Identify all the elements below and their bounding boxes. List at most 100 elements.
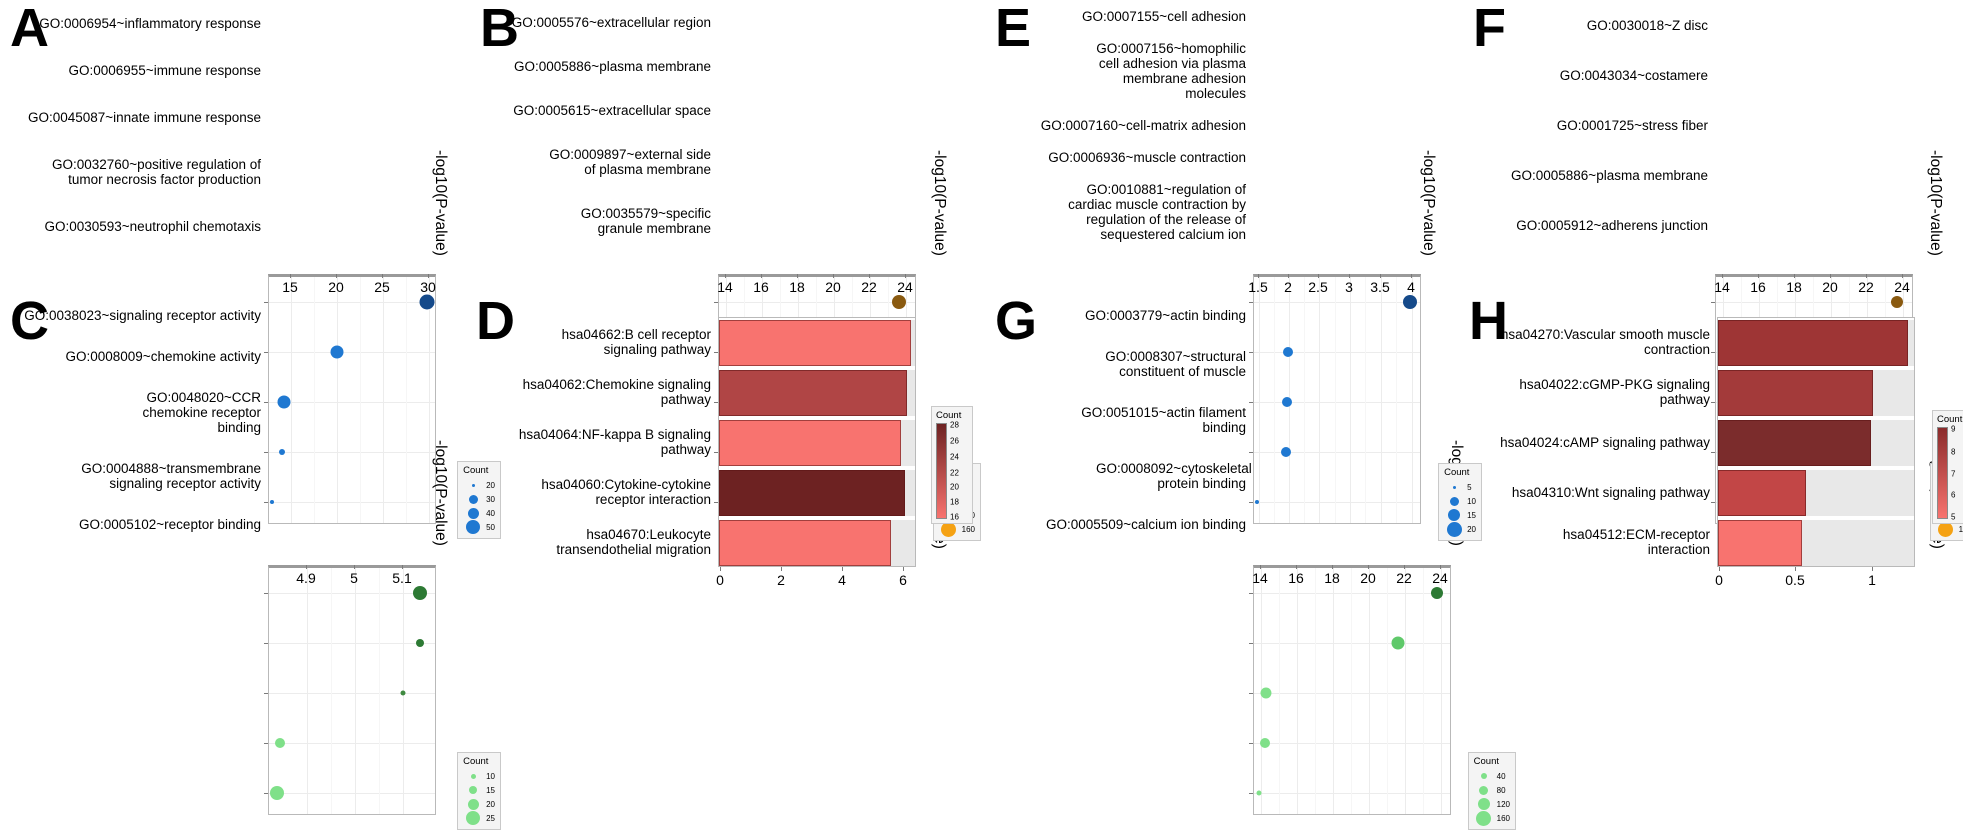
panel-h-bar-0 bbox=[1718, 320, 1909, 366]
legend-dot-icon bbox=[1474, 810, 1494, 826]
panel-g-plot-area: Count 40 80 120 160 bbox=[1249, 565, 1516, 830]
panel-d-bar-3 bbox=[719, 470, 906, 516]
panel-h-legend: Count 9 8 7 6 5 bbox=[1932, 410, 1963, 524]
panel-g-point-4 bbox=[1256, 790, 1262, 796]
panel-a-cat-4: GO:0030593~neutrophil chemotaxis bbox=[44, 219, 261, 234]
panel-f-cat-2: GO:0001725~stress fiber bbox=[1556, 117, 1708, 133]
panel-d-x-axis: 0 2 4 6 bbox=[716, 567, 916, 594]
panel-b-cat-3: GO:0009897~external side of plasma membr… bbox=[549, 146, 711, 177]
x-tick-label: 3.5 bbox=[1370, 279, 1390, 295]
legend-dot-icon bbox=[463, 773, 483, 779]
legend-value: 160 bbox=[1958, 524, 1963, 534]
table-row bbox=[1718, 520, 1914, 566]
x-tick-label: 24 bbox=[1432, 570, 1448, 586]
panel-d-bars bbox=[719, 318, 915, 566]
panel-a-cat-3: GO:0032760~positive regulation of tumor … bbox=[51, 157, 261, 187]
panel-f-axis-title: -log10(P-value) bbox=[1927, 150, 1944, 256]
x-tick-label: 1.5 bbox=[1248, 279, 1268, 295]
legend-value: 30 bbox=[486, 494, 495, 504]
panel-g-legend-title: Count bbox=[1473, 756, 1499, 767]
legend-value: 25 bbox=[486, 813, 495, 823]
panel-c-point-4 bbox=[270, 786, 284, 800]
legend-row: 20 bbox=[463, 478, 495, 492]
panel-f-cat-3: GO:0005886~plasma membrane bbox=[1511, 167, 1708, 183]
legend-dot-icon bbox=[1474, 773, 1494, 779]
x-tick-label: 16 bbox=[1288, 570, 1304, 586]
x-tick-label: 14 bbox=[717, 279, 733, 295]
legend-value: 120 bbox=[1496, 799, 1510, 809]
panel-h-plot-area: Count 9 8 7 6 5 bbox=[1717, 317, 1963, 567]
panel-h-cat-0: hsa04270:Vascular smooth muscle contract… bbox=[1500, 327, 1710, 357]
table-row bbox=[1718, 370, 1914, 416]
legend-row: 80 bbox=[1474, 783, 1506, 797]
x-tick-label: 20 bbox=[1360, 570, 1376, 586]
legend-row: 160 bbox=[1474, 810, 1510, 826]
panel-c-plot-area: Count 10 15 20 25 bbox=[264, 565, 501, 830]
panel-b-cat-4: GO:0035579~specific granule membrane bbox=[580, 205, 711, 236]
legend-value: 15 bbox=[486, 785, 495, 795]
x-tick-label: 2 bbox=[777, 572, 785, 588]
panel-g-cat-4: GO:0005509~calcium ion binding bbox=[1045, 517, 1246, 532]
panel-g-cat-3: GO:0008092~cytoskeletal protein binding bbox=[1096, 461, 1252, 491]
legend-dot-icon bbox=[463, 483, 483, 487]
x-tick-label: 2.5 bbox=[1308, 279, 1328, 295]
panel-d-cat-2: hsa04064:NF-kappa B signaling pathway bbox=[518, 427, 711, 457]
x-tick-label: 24 bbox=[897, 279, 913, 295]
panel-f: F GO:0030018~Z disc GO:0043034~costamere… bbox=[1463, 0, 1963, 541]
legend-dot-icon bbox=[463, 786, 483, 794]
x-tick-label: 4 bbox=[838, 572, 846, 588]
panel-c-cat-4: GO:0005102~receptor binding bbox=[78, 517, 261, 532]
panel-c-legend-title: Count bbox=[463, 756, 489, 767]
table-row bbox=[1718, 470, 1914, 516]
legend-dot-icon bbox=[1444, 496, 1464, 506]
x-tick-label: 0 bbox=[716, 572, 724, 588]
legend-value: 20 bbox=[1467, 524, 1476, 534]
x-tick-label: 2 bbox=[1284, 279, 1292, 295]
panel-b-letter: B bbox=[480, 0, 519, 58]
table-row bbox=[1718, 420, 1914, 466]
x-tick-label: 16 bbox=[1750, 279, 1766, 295]
panel-e-letter: E bbox=[995, 0, 1032, 58]
panel-d-cat-1: hsa04062:Chemokine signaling pathway bbox=[522, 377, 711, 407]
legend-dot-icon bbox=[463, 811, 483, 825]
x-tick-label: 0.5 bbox=[1785, 572, 1805, 588]
x-tick-label: 0 bbox=[1715, 572, 1723, 588]
panel-f-cat-4: GO:0005912~adherens junction bbox=[1516, 217, 1708, 233]
legend-row: 10 bbox=[463, 769, 495, 783]
panel-g-point-1 bbox=[1391, 636, 1405, 650]
legend-value: 160 bbox=[1496, 813, 1510, 823]
panel-e-legend-title: Count bbox=[1444, 467, 1470, 478]
panel-d-legend-title: Count bbox=[936, 410, 962, 421]
panel-e-axis-title: -log10(P-value) bbox=[1420, 150, 1437, 256]
x-tick-label: 5 bbox=[350, 570, 358, 586]
legend-value: 10 bbox=[1467, 496, 1476, 506]
x-tick-label: 14 bbox=[1714, 279, 1730, 295]
panel-c-point-3 bbox=[275, 738, 285, 748]
legend-row: 120 bbox=[1474, 797, 1510, 811]
legend-value: 80 bbox=[1496, 785, 1506, 795]
panel-f-letter: F bbox=[1473, 0, 1506, 58]
panel-h-category-labels: hsa04270:Vascular smooth muscle contract… bbox=[1499, 317, 1715, 567]
panel-a-axis-title: -log10(P-value) bbox=[432, 150, 449, 256]
legend-value: 50 bbox=[486, 522, 495, 532]
table-row bbox=[719, 420, 915, 466]
panel-g-point-2 bbox=[1260, 687, 1272, 699]
legend-dot-icon bbox=[463, 494, 483, 504]
panel-e-cat-0: GO:0007155~cell adhesion bbox=[1082, 8, 1246, 24]
panel-d-category-labels: hsa04662:B cell receptor signaling pathw… bbox=[506, 317, 716, 567]
x-tick-label: 16 bbox=[753, 279, 769, 295]
panel-h-legend-title: Count bbox=[1937, 414, 1963, 425]
x-tick-label: 1 bbox=[1868, 572, 1876, 588]
x-tick-label: 24 bbox=[1894, 279, 1910, 295]
legend-row: 20 bbox=[1444, 521, 1476, 537]
legend-dot-icon bbox=[1444, 509, 1464, 521]
legend-value: 20 bbox=[486, 799, 495, 809]
legend-value: 20 bbox=[486, 480, 495, 490]
panel-h-bars bbox=[1718, 318, 1914, 566]
panel-h: H hsa04270:Vascular smooth muscle contra… bbox=[1463, 294, 1963, 592]
panel-b-cat-1: GO:0005886~plasma membrane bbox=[514, 58, 711, 74]
x-tick-label: 14 bbox=[1252, 570, 1268, 586]
panel-d-cat-4: hsa04670:Leukocyte transendothelial migr… bbox=[556, 527, 711, 557]
table-row bbox=[1718, 320, 1914, 366]
legend-row: 5 bbox=[1444, 480, 1472, 494]
